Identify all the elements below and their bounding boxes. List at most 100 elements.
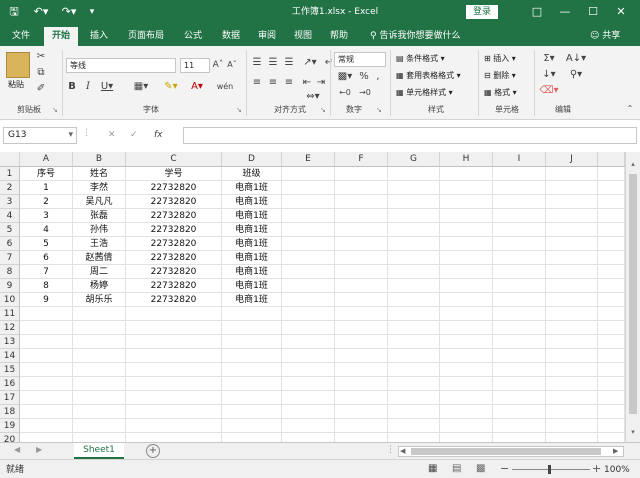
cell[interactable]: 2: [20, 195, 73, 209]
collapse-ribbon-icon[interactable]: ⌃: [624, 102, 636, 116]
zoom-level[interactable]: 100%: [604, 463, 630, 477]
column-header-A[interactable]: A: [20, 152, 73, 167]
cell[interactable]: [282, 321, 335, 335]
cell[interactable]: [388, 209, 440, 223]
decrease-decimal-icon[interactable]: →0: [356, 86, 374, 100]
cell[interactable]: [73, 307, 126, 321]
cell[interactable]: 8: [20, 279, 73, 293]
cell[interactable]: 电商1班: [222, 209, 282, 223]
close-icon[interactable]: ✕: [610, 3, 632, 21]
cell[interactable]: [493, 433, 546, 442]
row-header-15[interactable]: 15: [0, 363, 20, 377]
cell[interactable]: [440, 167, 493, 181]
tab-split-handle[interactable]: ⋮: [386, 445, 395, 455]
customize-qa-icon[interactable]: ▾: [86, 4, 98, 20]
cell[interactable]: [388, 349, 440, 363]
delete-cells-button[interactable]: ⊟ 删除 ▾: [484, 69, 516, 82]
cell[interactable]: [388, 167, 440, 181]
cell[interactable]: [335, 419, 388, 433]
row-header-18[interactable]: 18: [0, 405, 20, 419]
select-all-corner[interactable]: [0, 152, 20, 167]
cell[interactable]: [546, 363, 598, 377]
column-header-G[interactable]: G: [388, 152, 440, 167]
zoom-slider[interactable]: [512, 469, 590, 470]
cell[interactable]: [20, 363, 73, 377]
cell[interactable]: [73, 419, 126, 433]
cell[interactable]: 22732820: [126, 209, 222, 223]
cell[interactable]: [388, 251, 440, 265]
row-header-12[interactable]: 12: [0, 321, 20, 335]
align-right-icon[interactable]: ≡: [282, 76, 296, 90]
cell[interactable]: [440, 209, 493, 223]
ribbon-display-icon[interactable]: □: [526, 3, 548, 21]
paste-button[interactable]: 粘贴: [8, 78, 24, 91]
cell[interactable]: [20, 419, 73, 433]
sheet-tab-sheet1[interactable]: Sheet1: [74, 443, 124, 459]
cell[interactable]: [598, 251, 625, 265]
cell[interactable]: [282, 377, 335, 391]
enter-icon[interactable]: ✓: [130, 127, 138, 144]
orientation-icon[interactable]: ↗▾: [300, 56, 320, 70]
cell[interactable]: [282, 363, 335, 377]
cell[interactable]: [598, 363, 625, 377]
comma-icon[interactable]: ,: [372, 70, 384, 84]
cell[interactable]: [335, 391, 388, 405]
undo-icon[interactable]: ↶▾: [30, 4, 52, 20]
row-header-2[interactable]: 2: [0, 181, 20, 195]
cell[interactable]: [282, 349, 335, 363]
cell[interactable]: 电商1班: [222, 251, 282, 265]
cell[interactable]: [222, 349, 282, 363]
cell[interactable]: 王浩: [73, 237, 126, 251]
cell[interactable]: 学号: [126, 167, 222, 181]
cell[interactable]: [335, 349, 388, 363]
cell[interactable]: [546, 293, 598, 307]
cell[interactable]: [598, 349, 625, 363]
cell[interactable]: [20, 321, 73, 335]
cell[interactable]: [388, 419, 440, 433]
row-header-14[interactable]: 14: [0, 349, 20, 363]
tab-review[interactable]: 审阅: [250, 27, 284, 46]
cell[interactable]: [493, 419, 546, 433]
cell[interactable]: 李然: [73, 181, 126, 195]
cell[interactable]: [126, 363, 222, 377]
underline-icon[interactable]: U▾: [98, 80, 116, 94]
cell[interactable]: [335, 209, 388, 223]
decrease-indent-icon[interactable]: ⇤: [300, 76, 314, 90]
cell[interactable]: [73, 433, 126, 442]
percent-icon[interactable]: %: [358, 70, 370, 84]
insert-function-icon[interactable]: fx: [154, 127, 163, 144]
cell[interactable]: [546, 209, 598, 223]
tab-formulas[interactable]: 公式: [176, 27, 210, 46]
cell[interactable]: [598, 335, 625, 349]
scroll-left-icon[interactable]: ◀: [400, 447, 405, 455]
tab-home[interactable]: 开始: [44, 27, 78, 46]
cell[interactable]: [493, 265, 546, 279]
cell[interactable]: [20, 307, 73, 321]
maximize-icon[interactable]: ☐: [582, 3, 604, 21]
cell[interactable]: 胡乐乐: [73, 293, 126, 307]
cell[interactable]: 张磊: [73, 209, 126, 223]
cell[interactable]: [388, 405, 440, 419]
cell[interactable]: [335, 167, 388, 181]
align-bottom-icon[interactable]: ☰: [282, 56, 296, 70]
cell[interactable]: [546, 195, 598, 209]
cell[interactable]: 9: [20, 293, 73, 307]
format-as-table-button[interactable]: ▦ 套用表格格式 ▾: [396, 69, 461, 82]
cell[interactable]: [598, 167, 625, 181]
align-center-icon[interactable]: ≡: [266, 76, 280, 90]
cell[interactable]: [388, 237, 440, 251]
cell[interactable]: [440, 195, 493, 209]
cell[interactable]: 杨婷: [73, 279, 126, 293]
cell[interactable]: [126, 335, 222, 349]
row-header-9[interactable]: 9: [0, 279, 20, 293]
grow-font-icon[interactable]: Aˆ: [212, 58, 224, 72]
cell[interactable]: [282, 167, 335, 181]
font-name-select[interactable]: 等线: [66, 58, 176, 73]
cell[interactable]: 22732820: [126, 223, 222, 237]
minimize-icon[interactable]: —: [554, 3, 576, 21]
cell[interactable]: [126, 377, 222, 391]
cell[interactable]: [440, 223, 493, 237]
tab-page-layout[interactable]: 页面布局: [120, 27, 172, 46]
cell[interactable]: [282, 279, 335, 293]
increase-indent-icon[interactable]: ⇥: [314, 76, 328, 90]
